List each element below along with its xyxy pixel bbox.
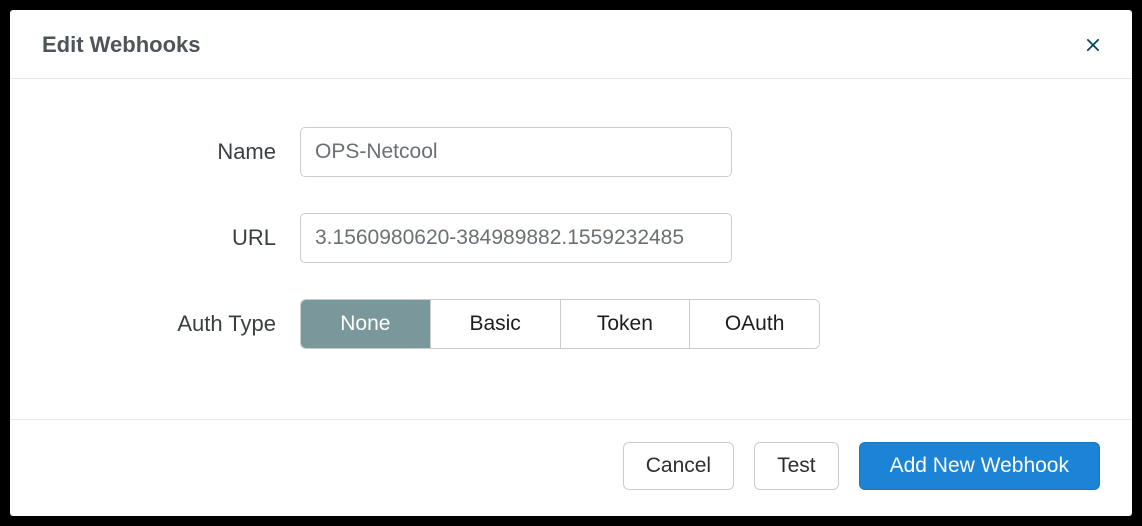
add-new-webhook-button[interactable]: Add New Webhook <box>859 442 1100 490</box>
form-row-name: Name <box>70 127 1072 177</box>
dialog-footer: Cancel Test Add New Webhook <box>10 419 1132 516</box>
name-label: Name <box>70 139 300 165</box>
dialog-header: Edit Webhooks <box>10 10 1132 79</box>
close-icon[interactable] <box>1082 34 1104 56</box>
form-row-url: URL <box>70 213 1072 263</box>
url-label: URL <box>70 225 300 251</box>
test-button[interactable]: Test <box>754 442 839 490</box>
auth-type-label: Auth Type <box>70 311 300 337</box>
auth-type-option-oauth[interactable]: OAuth <box>690 300 819 348</box>
auth-type-option-basic[interactable]: Basic <box>431 300 561 348</box>
url-input[interactable] <box>300 213 732 263</box>
dialog-body: Name URL Auth Type None Basic Token OAut… <box>10 79 1132 419</box>
dialog-title: Edit Webhooks <box>42 32 201 58</box>
name-input[interactable] <box>300 127 732 177</box>
form-row-auth-type: Auth Type None Basic Token OAuth <box>70 299 1072 349</box>
auth-type-option-token[interactable]: Token <box>561 300 691 348</box>
edit-webhooks-dialog: Edit Webhooks Name URL Auth Type None Ba… <box>10 10 1132 516</box>
auth-type-segmented: None Basic Token OAuth <box>300 299 820 349</box>
auth-type-option-none[interactable]: None <box>301 300 431 348</box>
cancel-button[interactable]: Cancel <box>623 442 734 490</box>
